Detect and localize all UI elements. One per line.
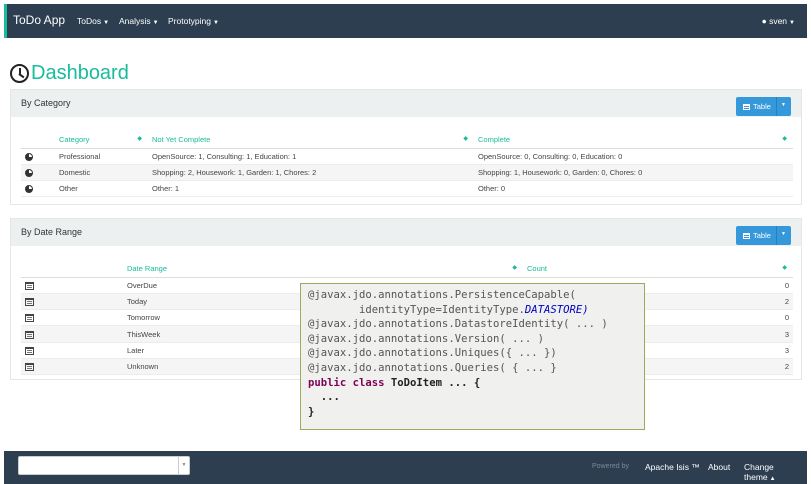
apache-isis-link[interactable]: Apache Isis ™ (645, 462, 700, 472)
calendar-icon[interactable] (25, 346, 34, 355)
panel-title: By Date Range (21, 227, 83, 237)
pie-chart-icon[interactable] (25, 168, 33, 177)
column-header-complete[interactable]: Complete ◆ (474, 132, 793, 149)
table-row[interactable]: Other Other: 1 Other: 0 (21, 180, 793, 198)
about-link[interactable]: About (708, 462, 730, 472)
caret-up-icon: ▲ (769, 476, 776, 482)
column-header-date-range[interactable]: Date Range ◆ (123, 261, 523, 278)
menu-analysis[interactable]: Analysis ▼ (119, 16, 159, 26)
column-header-count[interactable]: Count ◆ (523, 261, 793, 278)
column-header-category[interactable]: Category ◆ (55, 132, 148, 149)
menu-todos[interactable]: ToDos ▼ (77, 16, 109, 26)
calendar-icon[interactable] (25, 314, 34, 323)
caret-down-icon[interactable]: ▼ (781, 231, 786, 237)
category-table: Category ◆ Not Yet Complete ◆ Complete ◆ Pr… (21, 132, 793, 198)
caret-down-icon: ▼ (213, 20, 219, 26)
sort-icon[interactable]: ◆ (782, 264, 787, 271)
table-view-button[interactable]: Table ▼ (736, 226, 791, 245)
panel-header: By Date Range Table ▼ (11, 219, 801, 246)
sort-icon[interactable]: ◆ (137, 135, 142, 142)
calendar-icon[interactable] (25, 330, 34, 339)
pie-chart-icon[interactable] (25, 185, 33, 194)
by-category-panel: By Category Table ▼ Category ◆ Not Yet Co… (10, 89, 802, 205)
caret-down-icon[interactable]: ▼ (781, 102, 786, 108)
table-view-button[interactable]: Table ▼ (736, 97, 791, 116)
calendar-icon[interactable] (25, 281, 34, 290)
panel-title: By Category (21, 98, 71, 108)
table-row[interactable]: Domestic Shopping: 2, Housework: 1, Gard… (21, 164, 793, 182)
page-title: Dashboard (10, 60, 129, 86)
sort-icon[interactable]: ◆ (512, 264, 517, 271)
pie-chart-icon[interactable] (25, 152, 33, 161)
calendar-icon[interactable] (25, 363, 34, 372)
user-menu[interactable]: ● sven ▼ (762, 16, 795, 26)
panel-header: By Category Table ▼ (11, 90, 801, 117)
sort-icon[interactable]: ◆ (782, 135, 787, 142)
footer-select[interactable]: ▼ (18, 456, 190, 475)
table-row[interactable]: Professional OpenSource: 1, Consulting: … (21, 148, 793, 165)
footer: ▼ Powered by Apache Isis ™ About Change … (4, 451, 807, 484)
chevron-down-icon[interactable]: ▼ (178, 457, 189, 474)
sort-icon[interactable]: ◆ (463, 135, 468, 142)
code-snippet-overlay: @javax.jdo.annotations.PersistenceCapabl… (300, 283, 645, 430)
calendar-icon[interactable] (25, 297, 34, 306)
column-header-not-yet-complete[interactable]: Not Yet Complete ◆ (148, 132, 474, 149)
dashboard-clock-icon (10, 63, 29, 83)
table-icon (743, 232, 750, 239)
change-theme-menu[interactable]: Change theme ▲ (744, 462, 807, 482)
user-icon: ● (761, 16, 767, 26)
table-icon (743, 103, 750, 110)
caret-down-icon: ▼ (152, 20, 159, 26)
navbar: ToDo App ToDos ▼ Analysis ▼ Prototyping ▼ ●… (4, 4, 807, 38)
caret-down-icon: ▼ (103, 20, 110, 26)
powered-by-label: Powered by (592, 463, 629, 470)
caret-down-icon: ▼ (789, 20, 795, 26)
menu-prototyping[interactable]: Prototyping ▼ (168, 16, 219, 26)
app-brand[interactable]: ToDo App (13, 13, 65, 27)
